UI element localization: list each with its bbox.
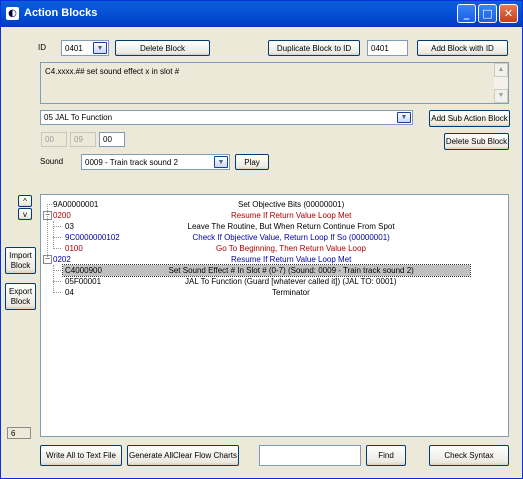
delete-sub-block-button[interactable]: Delete Sub Block	[444, 133, 509, 150]
action-blocks-window: ◐ Action Blocks _ □ ✕ ID 0401 ▼ Delete B…	[0, 0, 523, 479]
tree-connector	[53, 270, 61, 271]
play-button[interactable]: Play	[235, 154, 269, 170]
close-button[interactable]: ✕	[499, 4, 518, 23]
export-line-2: Block	[10, 296, 31, 306]
tree-row-description: Resume If Return Value Loop Met	[231, 211, 352, 220]
tree-row-code: C4000900	[65, 266, 102, 275]
tree-row[interactable]: −0200 Resume If Return Value Loop Met	[41, 210, 508, 221]
add-block-button[interactable]: Add Block with ID	[417, 40, 508, 56]
description-textarea[interactable]: C4.xxxx.## set sound effect x in slot # …	[40, 62, 509, 104]
chevron-down-icon[interactable]: ▼	[93, 42, 107, 54]
tree-connector	[47, 204, 48, 259]
param-field-3[interactable]: 00	[99, 132, 125, 147]
tree-row-code: 03	[65, 222, 74, 231]
tree-row-code: 0200	[53, 211, 71, 220]
import-line-2: Block	[10, 260, 31, 270]
title-bar[interactable]: ◐ Action Blocks _ □ ✕	[1, 1, 522, 27]
tree-row[interactable]: C4000900 Set Sound Effect # In Slot # (0-…	[41, 264, 508, 277]
export-block-button[interactable]: Export Block	[5, 283, 36, 310]
add-sub-action-block-button[interactable]: Add Sub Action Block	[429, 110, 510, 127]
tree-row-code: 0202	[53, 255, 71, 264]
tree-row[interactable]: 9C0000000102 Check If Objective Value, Re…	[41, 232, 508, 243]
scroll-down-icon[interactable]: ▼	[494, 89, 508, 103]
duplicate-block-button[interactable]: Duplicate Block to ID	[268, 40, 360, 56]
tree-row-description: Check If Objective Value, Return Loop If…	[192, 233, 390, 242]
sound-select[interactable]: 0009 - Train track sound 2 ▼	[81, 154, 230, 170]
check-syntax-button[interactable]: Check Syntax	[429, 445, 509, 466]
param-field-2: 09	[70, 132, 96, 147]
tree-row[interactable]: 03 Leave The Routine, But When Return Con…	[41, 221, 508, 232]
tree-row-description: Leave The Routine, But When Return Conti…	[187, 222, 395, 231]
id-select-value: 0401	[65, 43, 83, 53]
generate-flow-charts-button[interactable]: Generate AllClear Flow Charts	[127, 445, 239, 466]
tree-row[interactable]: −0202 Resume If Return Value Loop Met	[41, 254, 508, 265]
action-select-value: 05 JAL To Function	[44, 113, 113, 122]
scroll-up-icon[interactable]: ▲	[494, 63, 508, 77]
tree-connector	[53, 265, 54, 293]
tree-row-description: Set Objective Bits (00000001)	[238, 200, 345, 209]
write-all-button[interactable]: Write All to Text File	[40, 445, 122, 466]
import-line-1: Import	[9, 250, 32, 260]
tree-row-description: Resume If Return Value Loop Met	[231, 255, 352, 264]
tree-row[interactable]: 04 Terminator	[41, 287, 508, 298]
find-button[interactable]: Find	[366, 445, 406, 466]
tree-row-description: Go To Beginning, Then Return Value Loop	[216, 244, 366, 253]
param-field-1: 00	[41, 132, 67, 147]
minimize-button[interactable]: _	[457, 4, 476, 23]
import-block-button[interactable]: Import Block	[5, 247, 36, 274]
tree-row-code: 05F00001	[65, 277, 102, 286]
action-select[interactable]: 05 JAL To Function ▼	[40, 110, 413, 125]
sound-label: Sound	[40, 157, 64, 166]
tree-row-code: 9C0000000102	[65, 233, 120, 242]
tree-connector	[53, 292, 61, 293]
tree-row-description: JAL To Function (Guard [whatever called …	[185, 277, 397, 286]
chevron-down-icon[interactable]: ▼	[397, 112, 411, 123]
maximize-button[interactable]: □	[478, 4, 497, 23]
move-up-button[interactable]: ^	[18, 195, 32, 207]
search-input[interactable]	[259, 445, 361, 466]
tree-row-code: 0100	[65, 244, 83, 253]
count-field: 6	[7, 427, 31, 439]
tree-connector	[53, 237, 61, 238]
tree-row[interactable]: 05F00001 JAL To Function (Guard [whatever…	[41, 276, 508, 287]
tree-connector	[53, 221, 54, 249]
sound-select-value: 0009 - Train track sound 2	[85, 157, 178, 167]
delete-block-button[interactable]: Delete Block	[115, 40, 210, 56]
tree-row-code: 04	[65, 288, 74, 297]
app-icon: ◐	[6, 7, 19, 20]
tree-row[interactable]: 9A00000001 Set Objective Bits (00000001)	[41, 199, 508, 210]
tree-connector	[53, 281, 61, 282]
action-tree[interactable]: 9A00000001 Set Objective Bits (00000001) −…	[40, 194, 509, 437]
tree-connector	[53, 248, 61, 249]
chevron-down-icon[interactable]: ▼	[214, 156, 228, 168]
tree-row-description: Set Sound Effect # In Slot # (0-7) (Soun…	[168, 266, 414, 275]
move-down-button[interactable]: v	[18, 208, 32, 220]
tree-row-code: 9A00000001	[53, 200, 99, 209]
description-text: C4.xxxx.## set sound effect x in slot #	[45, 67, 180, 76]
window-title: Action Blocks	[24, 7, 98, 19]
tree-row-description: Terminator	[272, 288, 310, 297]
id-label: ID	[38, 43, 46, 52]
tree-row[interactable]: 0100 Go To Beginning, Then Return Value L…	[41, 243, 508, 254]
id-select[interactable]: 0401 ▼	[61, 40, 109, 56]
tree-connector	[53, 226, 61, 227]
description-scrollbar[interactable]: ▲ ▼	[494, 63, 508, 103]
duplicate-target-input[interactable]: 0401	[367, 40, 408, 56]
export-line-1: Export	[8, 286, 33, 296]
